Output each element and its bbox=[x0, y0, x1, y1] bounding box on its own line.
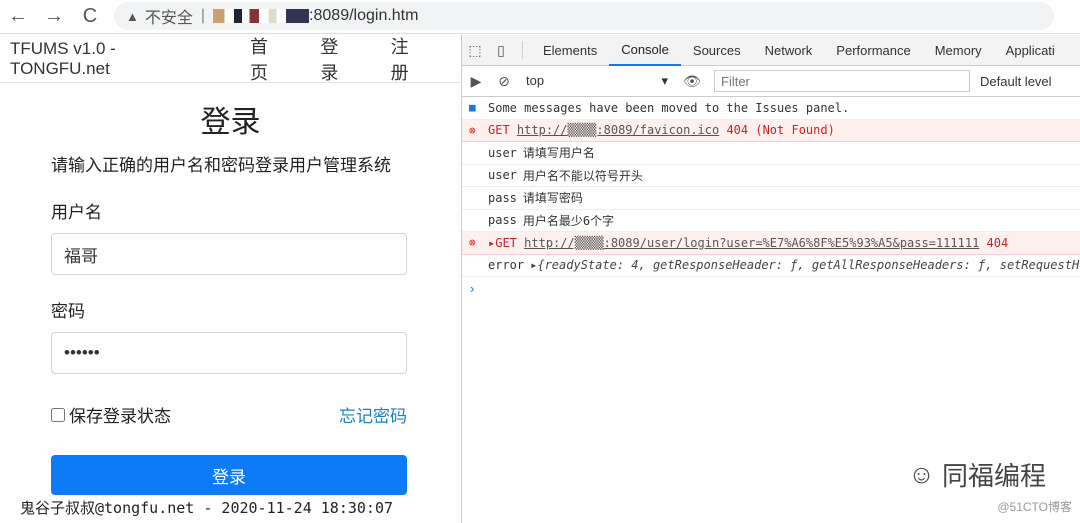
forgot-password-link[interactable]: 忘记密码 bbox=[339, 402, 407, 427]
console-message-info: ■ Some messages have been moved to the Is… bbox=[462, 97, 1080, 120]
log-key: pass bbox=[488, 213, 517, 228]
context-value: top bbox=[526, 73, 545, 88]
status: 404 bbox=[986, 235, 1009, 250]
nav-login[interactable]: 登录 bbox=[320, 33, 355, 85]
options-row: 保存登录状态 忘记密码 bbox=[51, 402, 407, 427]
footer-text: 鬼谷子叔叔@tongfu.net - 2020-11-24 18:30:07 bbox=[20, 499, 394, 517]
console-message-error: ⊗ GET http://▒▒▒▒:8089/favicon.ico 404 (N… bbox=[462, 119, 1080, 142]
reload-button[interactable]: C bbox=[72, 5, 108, 28]
eye-icon[interactable]: 👁 bbox=[678, 73, 706, 90]
filter-input[interactable]: Filter bbox=[714, 70, 970, 92]
divider bbox=[522, 41, 523, 59]
subtitle: 请输入正确的用户名和密码登录用户管理系统 bbox=[51, 156, 391, 175]
back-button[interactable]: ← bbox=[0, 5, 36, 28]
log-text: 用户名不能以符号开头 bbox=[522, 168, 643, 183]
console-toolbar: ▶ ⊘ top ▾ 👁 Filter Default level bbox=[462, 66, 1080, 97]
page-title: 登录 bbox=[200, 106, 261, 139]
log-key: error bbox=[488, 258, 525, 273]
wechat-icon: ☺ bbox=[908, 459, 942, 489]
tab-elements[interactable]: Elements bbox=[531, 35, 609, 66]
divider: | bbox=[200, 7, 206, 24]
log-key: user bbox=[488, 145, 517, 160]
method: GET bbox=[488, 123, 510, 138]
remember-checkbox-label[interactable]: 保存登录状态 bbox=[51, 402, 171, 427]
console-prompt[interactable]: › bbox=[462, 277, 1080, 299]
console-message-log[interactable]: error ▸{readyState: 4, getResponseHeader:… bbox=[462, 255, 1080, 277]
tab-application[interactable]: Applicati bbox=[994, 35, 1067, 66]
console-message-log: user 请填写用户名 bbox=[462, 142, 1080, 165]
sidebar-toggle-icon[interactable]: ▶ bbox=[462, 73, 490, 90]
nav-register[interactable]: 注册 bbox=[391, 33, 426, 85]
forward-button[interactable]: → bbox=[36, 5, 72, 28]
login-page: TFUMS v1.0 - TONGFU.net 首页 登录 注册 登录 请输入正… bbox=[0, 35, 461, 523]
info-icon: ■ bbox=[469, 101, 476, 115]
log-key: user bbox=[488, 168, 517, 183]
tab-console[interactable]: Console bbox=[609, 35, 681, 66]
devtools-panel: ⬚ ▯ Elements Console Sources Network Per… bbox=[461, 35, 1080, 523]
tab-network[interactable]: Network bbox=[753, 35, 825, 66]
dropdown-icon: ▾ bbox=[661, 73, 668, 88]
username-label: 用户名 bbox=[51, 203, 102, 222]
console-message-error[interactable]: ⊗ ▸GET http://▒▒▒▒:8089/user/login?user=%… bbox=[462, 232, 1080, 255]
redacted-host bbox=[213, 9, 310, 23]
tab-memory[interactable]: Memory bbox=[923, 35, 994, 66]
remember-text: 保存登录状态 bbox=[69, 407, 171, 426]
console-message-log: user 用户名不能以符号开头 bbox=[462, 165, 1080, 187]
error-icon: ⊗ bbox=[469, 123, 476, 137]
tab-sources[interactable]: Sources bbox=[681, 35, 753, 66]
method: ▸GET bbox=[488, 235, 517, 250]
url-text: :8089/login.htm bbox=[309, 7, 419, 24]
error-icon: ⊗ bbox=[469, 236, 476, 250]
nav-home[interactable]: 首页 bbox=[250, 33, 285, 85]
watermark-source: @51CTO博客 bbox=[997, 500, 1072, 514]
watermark-logo: ☺ 同福编程 bbox=[908, 456, 1046, 493]
log-text: 请填写密码 bbox=[522, 191, 583, 206]
browser-toolbar: ← → C ▲ 不安全 | :8089/login.htm bbox=[0, 0, 1080, 34]
request-url-link[interactable]: http://▒▒▒▒:8089/favicon.ico bbox=[517, 123, 719, 137]
console-message-log: pass 用户名最少6个字 bbox=[462, 210, 1080, 232]
login-button[interactable]: 登录 bbox=[51, 455, 407, 495]
insecure-label: 不安全 bbox=[144, 10, 193, 27]
password-label: 密码 bbox=[51, 302, 85, 321]
clear-console-icon[interactable]: ⊘ bbox=[490, 73, 518, 90]
message-text: Some messages have been moved to the Iss… bbox=[488, 100, 850, 115]
remember-checkbox[interactable] bbox=[51, 407, 65, 422]
console-message-log: pass 请填写密码 bbox=[462, 187, 1080, 210]
username-input[interactable]: 福哥 bbox=[51, 233, 407, 275]
tab-performance[interactable]: Performance bbox=[824, 35, 922, 66]
site-navbar: TFUMS v1.0 - TONGFU.net 首页 登录 注册 bbox=[0, 35, 461, 83]
inspect-icon[interactable]: ⬚ bbox=[462, 42, 488, 59]
brand[interactable]: TFUMS v1.0 - TONGFU.net bbox=[10, 39, 216, 79]
context-select[interactable]: top ▾ bbox=[518, 73, 668, 89]
log-levels-select[interactable]: Default level bbox=[980, 74, 1052, 89]
log-key: pass bbox=[488, 190, 517, 205]
warning-icon: ▲ bbox=[126, 8, 139, 24]
request-url-link[interactable]: http://▒▒▒▒:8089/user/login?user=%E7%A6%… bbox=[524, 236, 979, 250]
log-object[interactable]: ▸{readyState: 4, getResponseHeader: ƒ, g… bbox=[530, 258, 1080, 272]
log-text: 请填写用户名 bbox=[522, 146, 595, 161]
watermark-name: 同福编程 bbox=[941, 461, 1046, 491]
address-bar[interactable]: ▲ 不安全 | :8089/login.htm bbox=[114, 2, 1054, 30]
device-toggle-icon[interactable]: ▯ bbox=[488, 42, 514, 59]
password-input[interactable]: •••••• bbox=[51, 332, 407, 374]
status: 404 (Not Found) bbox=[726, 123, 835, 138]
log-text: 用户名最少6个字 bbox=[522, 213, 615, 228]
devtools-tabs: ⬚ ▯ Elements Console Sources Network Per… bbox=[462, 35, 1080, 66]
